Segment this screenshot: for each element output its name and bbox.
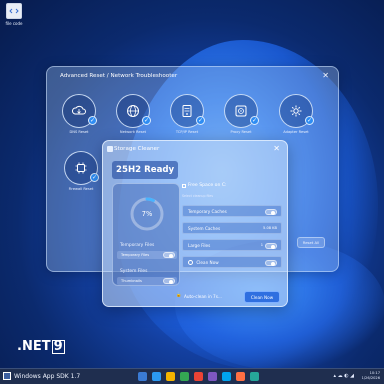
firewall-reset-tool[interactable]: ✓ Firewall Reset — [64, 151, 99, 191]
row-label: System Caches — [188, 226, 221, 231]
taskbar-pinned-apps — [138, 372, 259, 381]
progress-card: 7% Temporary Files Temporary Files Syste… — [112, 183, 180, 286]
tool-label: Proxy Reset — [230, 130, 252, 134]
row-label: Clean Now — [196, 260, 219, 265]
pill-label: Thumbnails — [121, 279, 142, 283]
check-icon: ✓ — [305, 116, 314, 125]
lock-icon: 🔒 — [176, 293, 182, 298]
heading-text: Free Space on C: — [188, 183, 227, 188]
gear-icon: ✓ — [279, 94, 314, 128]
network-reset-tool[interactable]: ✓ Network Reset — [116, 94, 151, 134]
adapter-reset-tool[interactable]: ✓ Adapter Reset — [279, 94, 314, 134]
reset-all-button[interactable]: Reset All — [297, 237, 325, 248]
check-icon: ✓ — [250, 116, 259, 125]
tool-label: Network Reset — [119, 130, 147, 134]
drive-icon: ✓ — [224, 94, 259, 128]
row-value: 5.08 KB — [263, 226, 277, 230]
check-icon: ✓ — [196, 116, 205, 125]
task-view-icon[interactable] — [166, 372, 175, 381]
progress-ring: 7% — [127, 194, 167, 234]
clean-now-toggle[interactable] — [265, 259, 277, 266]
file-code-icon — [6, 3, 22, 19]
network-globe-icon: ✓ — [116, 94, 151, 128]
check-icon: ✓ — [88, 116, 97, 125]
app-window-icon — [3, 372, 11, 380]
row-label: Temporary Caches — [188, 209, 227, 214]
free-space-heading: Free Space on C: — [182, 183, 227, 188]
row-temporary-caches[interactable]: Temporary Caches — [182, 205, 282, 217]
terminal-icon[interactable] — [222, 372, 231, 381]
desktop-icon-label: file code — [5, 21, 23, 26]
start-icon[interactable] — [138, 372, 147, 381]
explorer-icon[interactable] — [180, 372, 189, 381]
proxy-reset-tool[interactable]: ✓ Proxy Reset — [224, 94, 259, 134]
progress-percent: 7% — [141, 210, 153, 218]
clean-now-button[interactable]: Clean Now — [244, 291, 280, 303]
row-clean-now[interactable]: Clean Now — [182, 256, 282, 268]
dotnet-text: .NET — [17, 339, 51, 354]
close-icon[interactable]: ✕ — [273, 144, 280, 153]
cleaner-app-icon — [107, 146, 113, 152]
desktop-file-icon[interactable]: file code — [2, 3, 26, 26]
dns-cloud-icon: ✓ — [62, 94, 97, 128]
check-icon: ✓ — [90, 173, 99, 182]
row-label: Large Files — [188, 243, 211, 248]
edge-icon[interactable] — [194, 372, 203, 381]
row-large-files[interactable]: Large Files 1 — [182, 239, 282, 251]
storage-cleaner-window: Storage Cleaner ✕ 25H2 Ready 7% Temporar… — [102, 140, 288, 307]
tool-label: Adapter Reset — [283, 130, 309, 134]
thumbnails-toggle[interactable] — [163, 278, 175, 284]
temporary-files-toggle[interactable] — [163, 252, 175, 258]
dotnet-logo: .NET 9 — [17, 339, 65, 354]
check-icon: ✓ — [142, 116, 151, 125]
app-icon[interactable] — [250, 372, 259, 381]
pill-label: Temporary Files — [121, 253, 150, 257]
left-label-temporary: Temporary Files — [120, 243, 155, 248]
search-icon[interactable] — [152, 372, 161, 381]
large-files-toggle[interactable] — [265, 242, 277, 249]
server-icon: ✓ — [170, 94, 205, 128]
auto-clean-status: Auto-clean in 7s... — [184, 293, 222, 299]
tool-label: DNS Reset — [69, 130, 89, 134]
radio-icon — [188, 260, 193, 265]
taskbar-app[interactable]: Windows App SDK 1.7 — [3, 372, 80, 380]
tcpip-reset-tool[interactable]: ✓ TCP/IP Reset — [170, 94, 205, 134]
settings-icon[interactable] — [236, 372, 245, 381]
row-value: 1 — [260, 243, 263, 247]
dotnet-version: 9 — [51, 339, 65, 354]
left-label-system: System Files — [120, 269, 148, 274]
version-badge: 25H2 Ready — [112, 161, 179, 179]
cleanup-subtitle: Select cleanup files — [182, 194, 213, 198]
system-tray-icons[interactable]: ▴ ☁ ◐ ◢ — [334, 373, 355, 379]
temporary-caches-toggle[interactable] — [265, 208, 277, 215]
drive-small-icon — [182, 183, 186, 188]
cleaner-footer: 🔒 Auto-clean in 7s... Clean Now — [112, 291, 280, 303]
clock-date: 1/26/2026 — [361, 376, 380, 380]
taskbar-app-title: Windows App SDK 1.7 — [14, 372, 81, 380]
dns-reset-tool[interactable]: ✓ DNS Reset — [62, 94, 97, 134]
taskbar: Windows App SDK 1.7 ▴ ☁ ◐ ◢ 10:17 1/26/2… — [0, 368, 384, 384]
tool-label: Firewall Reset — [68, 187, 94, 191]
clock[interactable]: 10:17 1/26/2026 — [362, 371, 380, 381]
store-icon[interactable] — [208, 372, 217, 381]
close-icon[interactable]: ✕ — [322, 71, 329, 80]
row-system-caches[interactable]: System Caches 5.08 KB — [182, 222, 282, 234]
panel-title: Advanced Reset / Network Troubleshooter — [60, 73, 178, 79]
cleaner-title: Storage Cleaner — [114, 146, 160, 152]
chip-icon: ✓ — [64, 151, 99, 185]
tool-label: TCP/IP Reset — [175, 130, 199, 134]
